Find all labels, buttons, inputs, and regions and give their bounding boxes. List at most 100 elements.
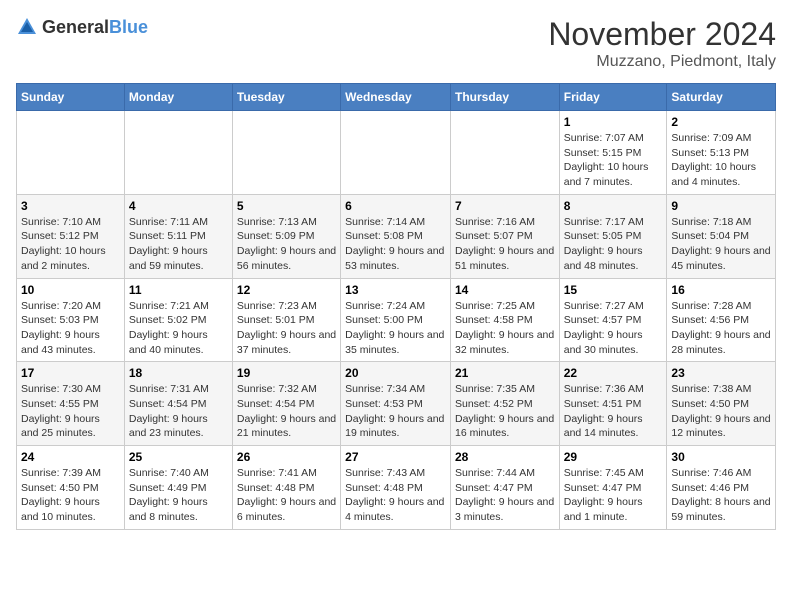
day-number: 7 (455, 199, 555, 213)
logo-text-blue: Blue (109, 17, 148, 37)
calendar-cell: 1 Sunrise: 7:07 AM Sunset: 5:15 PM Daylig… (559, 111, 667, 195)
day-number: 17 (21, 366, 120, 380)
day-info: Sunrise: 7:34 AM Sunset: 4:53 PM Dayligh… (345, 382, 446, 441)
day-info: Sunrise: 7:07 AM Sunset: 5:15 PM Dayligh… (564, 131, 663, 190)
day-number: 28 (455, 450, 555, 464)
calendar-cell: 15 Sunrise: 7:27 AM Sunset: 4:57 PM Dayli… (559, 278, 667, 362)
day-info: Sunrise: 7:28 AM Sunset: 4:56 PM Dayligh… (671, 299, 771, 358)
calendar-cell: 10 Sunrise: 7:20 AM Sunset: 5:03 PM Dayli… (17, 278, 125, 362)
day-info: Sunrise: 7:41 AM Sunset: 4:48 PM Dayligh… (237, 466, 336, 525)
calendar-cell (124, 111, 232, 195)
day-number: 15 (564, 283, 663, 297)
calendar-cell (17, 111, 125, 195)
day-number: 18 (129, 366, 228, 380)
day-info: Sunrise: 7:36 AM Sunset: 4:51 PM Dayligh… (564, 382, 663, 441)
day-number: 21 (455, 366, 555, 380)
day-info: Sunrise: 7:40 AM Sunset: 4:49 PM Dayligh… (129, 466, 228, 525)
day-info: Sunrise: 7:11 AM Sunset: 5:11 PM Dayligh… (129, 215, 228, 274)
day-number: 25 (129, 450, 228, 464)
logo: GeneralBlue (16, 16, 148, 38)
weekday-header-tuesday: Tuesday (232, 84, 340, 111)
day-number: 27 (345, 450, 446, 464)
calendar-cell: 12Sunrise: 7:23 AM Sunset: 5:01 PM Dayli… (232, 278, 340, 362)
day-info: Sunrise: 7:18 AM Sunset: 5:04 PM Dayligh… (671, 215, 771, 274)
day-info: Sunrise: 7:24 AM Sunset: 5:00 PM Dayligh… (345, 299, 446, 358)
calendar-cell: 8 Sunrise: 7:17 AM Sunset: 5:05 PM Daylig… (559, 194, 667, 278)
calendar-cell: 29 Sunrise: 7:45 AM Sunset: 4:47 PM Dayli… (559, 446, 667, 530)
calendar-cell: 20Sunrise: 7:34 AM Sunset: 4:53 PM Dayli… (341, 362, 451, 446)
day-info: Sunrise: 7:45 AM Sunset: 4:47 PM Dayligh… (564, 466, 663, 525)
calendar-week-row: 10 Sunrise: 7:20 AM Sunset: 5:03 PM Dayli… (17, 278, 776, 362)
day-number: 3 (21, 199, 120, 213)
day-info: Sunrise: 7:39 AM Sunset: 4:50 PM Dayligh… (21, 466, 120, 525)
calendar-cell: 3Sunrise: 7:10 AM Sunset: 5:12 PM Daylig… (17, 194, 125, 278)
day-number: 9 (671, 199, 771, 213)
day-number: 14 (455, 283, 555, 297)
day-number: 29 (564, 450, 663, 464)
calendar-cell: 24 Sunrise: 7:39 AM Sunset: 4:50 PM Dayli… (17, 446, 125, 530)
calendar-cell: 5 Sunrise: 7:13 AM Sunset: 5:09 PM Daylig… (232, 194, 340, 278)
day-number: 8 (564, 199, 663, 213)
day-number: 24 (21, 450, 120, 464)
weekday-header-sunday: Sunday (17, 84, 125, 111)
calendar-cell: 30Sunrise: 7:46 AM Sunset: 4:46 PM Dayli… (667, 446, 776, 530)
day-info: Sunrise: 7:13 AM Sunset: 5:09 PM Dayligh… (237, 215, 336, 274)
calendar-cell: 26 Sunrise: 7:41 AM Sunset: 4:48 PM Dayli… (232, 446, 340, 530)
day-number: 10 (21, 283, 120, 297)
calendar-cell: 14 Sunrise: 7:25 AM Sunset: 4:58 PM Dayli… (450, 278, 559, 362)
logo-icon (16, 16, 38, 38)
calendar-body: 1 Sunrise: 7:07 AM Sunset: 5:15 PM Daylig… (17, 111, 776, 530)
day-info: Sunrise: 7:25 AM Sunset: 4:58 PM Dayligh… (455, 299, 555, 358)
calendar-cell: 27Sunrise: 7:43 AM Sunset: 4:48 PM Dayli… (341, 446, 451, 530)
calendar-cell: 17Sunrise: 7:30 AM Sunset: 4:55 PM Dayli… (17, 362, 125, 446)
location-subtitle: Muzzano, Piedmont, Italy (548, 53, 776, 71)
calendar-cell: 25 Sunrise: 7:40 AM Sunset: 4:49 PM Dayli… (124, 446, 232, 530)
calendar-cell: 7 Sunrise: 7:16 AM Sunset: 5:07 PM Daylig… (450, 194, 559, 278)
calendar-cell: 6Sunrise: 7:14 AM Sunset: 5:08 PM Daylig… (341, 194, 451, 278)
calendar-week-row: 1 Sunrise: 7:07 AM Sunset: 5:15 PM Daylig… (17, 111, 776, 195)
calendar-cell: 28 Sunrise: 7:44 AM Sunset: 4:47 PM Dayli… (450, 446, 559, 530)
weekday-header-wednesday: Wednesday (341, 84, 451, 111)
day-info: Sunrise: 7:44 AM Sunset: 4:47 PM Dayligh… (455, 466, 555, 525)
title-block: November 2024 Muzzano, Piedmont, Italy (548, 16, 776, 71)
calendar-cell: 4 Sunrise: 7:11 AM Sunset: 5:11 PM Daylig… (124, 194, 232, 278)
day-info: Sunrise: 7:32 AM Sunset: 4:54 PM Dayligh… (237, 382, 336, 441)
day-number: 23 (671, 366, 771, 380)
day-number: 5 (237, 199, 336, 213)
calendar-week-row: 24 Sunrise: 7:39 AM Sunset: 4:50 PM Dayli… (17, 446, 776, 530)
page-header: GeneralBlue November 2024 Muzzano, Piedm… (16, 16, 776, 71)
weekday-header-saturday: Saturday (667, 84, 776, 111)
calendar-cell: 13 Sunrise: 7:24 AM Sunset: 5:00 PM Dayli… (341, 278, 451, 362)
day-number: 22 (564, 366, 663, 380)
day-info: Sunrise: 7:09 AM Sunset: 5:13 PM Dayligh… (671, 131, 771, 190)
day-info: Sunrise: 7:17 AM Sunset: 5:05 PM Dayligh… (564, 215, 663, 274)
day-info: Sunrise: 7:16 AM Sunset: 5:07 PM Dayligh… (455, 215, 555, 274)
calendar-week-row: 3Sunrise: 7:10 AM Sunset: 5:12 PM Daylig… (17, 194, 776, 278)
day-number: 1 (564, 115, 663, 129)
calendar-cell: 21 Sunrise: 7:35 AM Sunset: 4:52 PM Dayli… (450, 362, 559, 446)
calendar-cell: 9 Sunrise: 7:18 AM Sunset: 5:04 PM Daylig… (667, 194, 776, 278)
calendar-cell: 22 Sunrise: 7:36 AM Sunset: 4:51 PM Dayli… (559, 362, 667, 446)
day-info: Sunrise: 7:27 AM Sunset: 4:57 PM Dayligh… (564, 299, 663, 358)
weekday-header-monday: Monday (124, 84, 232, 111)
day-number: 6 (345, 199, 446, 213)
day-info: Sunrise: 7:35 AM Sunset: 4:52 PM Dayligh… (455, 382, 555, 441)
calendar-cell (450, 111, 559, 195)
day-number: 19 (237, 366, 336, 380)
day-info: Sunrise: 7:38 AM Sunset: 4:50 PM Dayligh… (671, 382, 771, 441)
calendar-week-row: 17Sunrise: 7:30 AM Sunset: 4:55 PM Dayli… (17, 362, 776, 446)
day-number: 13 (345, 283, 446, 297)
calendar-cell: 23 Sunrise: 7:38 AM Sunset: 4:50 PM Dayli… (667, 362, 776, 446)
calendar-cell: 19 Sunrise: 7:32 AM Sunset: 4:54 PM Dayli… (232, 362, 340, 446)
month-year-title: November 2024 (548, 16, 776, 53)
day-number: 26 (237, 450, 336, 464)
day-info: Sunrise: 7:21 AM Sunset: 5:02 PM Dayligh… (129, 299, 228, 358)
day-number: 4 (129, 199, 228, 213)
day-info: Sunrise: 7:20 AM Sunset: 5:03 PM Dayligh… (21, 299, 120, 358)
day-info: Sunrise: 7:31 AM Sunset: 4:54 PM Dayligh… (129, 382, 228, 441)
day-info: Sunrise: 7:23 AM Sunset: 5:01 PM Dayligh… (237, 299, 336, 358)
logo-text-general: General (42, 17, 109, 37)
day-info: Sunrise: 7:46 AM Sunset: 4:46 PM Dayligh… (671, 466, 771, 525)
day-number: 11 (129, 283, 228, 297)
weekday-header-row: SundayMondayTuesdayWednesdayThursdayFrid… (17, 84, 776, 111)
